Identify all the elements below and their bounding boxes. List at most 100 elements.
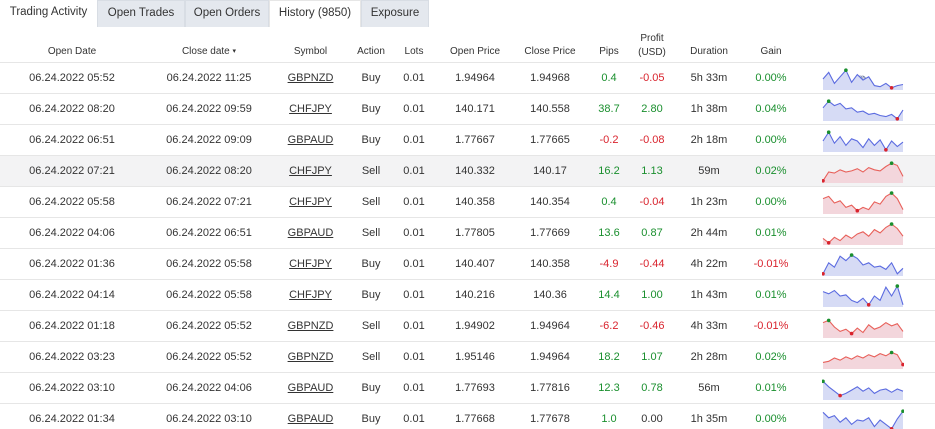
- gain-cell: 0.01%: [755, 227, 787, 239]
- tab-trading-activity[interactable]: Trading Activity: [0, 0, 97, 27]
- action-cell: Sell: [361, 320, 381, 332]
- profit-cell: 0.00: [641, 413, 663, 425]
- gain-cell: 0.00%: [755, 196, 787, 208]
- open-price-cell: 1.77693: [455, 382, 495, 394]
- close-date-cell: 06.24.2022 09:09: [166, 134, 252, 146]
- close-price-cell: 140.36: [533, 289, 567, 301]
- symbol-link[interactable]: GBPNZD: [283, 63, 338, 93]
- lots-cell: 0.01: [403, 72, 425, 84]
- sparkline-min-dot: [855, 208, 860, 213]
- close-price-cell: 140.358: [530, 258, 570, 270]
- close-date-cell: 06.24.2022 09:59: [166, 103, 252, 115]
- open-price-cell: 140.216: [455, 289, 495, 301]
- table-row[interactable]: 06.24.2022 01:34 06.24.2022 03:10 GBPAUD Bu…: [0, 403, 935, 429]
- duration-cell: 1h 35m: [690, 413, 728, 425]
- tab-exposure[interactable]: Exposure: [361, 0, 429, 27]
- open-price-cell: 1.77667: [455, 134, 495, 146]
- tab-open-orders[interactable]: Open Orders: [185, 0, 269, 27]
- symbol-link[interactable]: CHFJPY: [283, 280, 338, 310]
- close-price-cell: 1.77665: [530, 134, 570, 146]
- trade-sparkline: [822, 253, 904, 276]
- action-cell: Sell: [361, 227, 381, 239]
- close-date-cell: 06.24.2022 04:06: [166, 382, 252, 394]
- table-row[interactable]: 06.24.2022 01:18 06.24.2022 05:52 GBPNZD Se…: [0, 310, 935, 341]
- tab-history[interactable]: History (9850): [269, 0, 361, 27]
- open-date-cell: 06.24.2022 01:18: [29, 320, 115, 332]
- duration-cell: 2h 44m: [690, 227, 728, 239]
- trade-sparkline: [822, 99, 904, 121]
- gain-cell: 0.00%: [755, 134, 787, 146]
- open-date-cell: 06.24.2022 07:21: [29, 165, 115, 177]
- sparkline-max-dot: [826, 99, 831, 103]
- symbol-link[interactable]: GBPNZD: [283, 311, 338, 341]
- symbol-link[interactable]: GBPAUD: [283, 125, 338, 155]
- sparkline-min-dot: [884, 148, 888, 152]
- close-price-cell: 1.94964: [530, 320, 570, 332]
- col-duration[interactable]: Duration: [680, 46, 738, 58]
- table-row[interactable]: 06.24.2022 08:20 06.24.2022 09:59 CHFJPY Bu…: [0, 93, 935, 124]
- action-cell: Buy: [361, 258, 381, 270]
- close-date-cell: 06.24.2022 05:58: [166, 258, 252, 270]
- pips-cell: 38.7: [598, 103, 620, 115]
- symbol-link[interactable]: GBPAUD: [283, 404, 338, 429]
- table-row[interactable]: 06.24.2022 05:52 06.24.2022 11:25 GBPNZD Bu…: [0, 62, 935, 93]
- col-profit[interactable]: Profit (USD): [630, 33, 674, 59]
- col-profit-line2: (USD): [638, 47, 666, 58]
- tab-bar: Trading Activity Open Trades Open Orders…: [0, 0, 935, 27]
- col-open-date[interactable]: Open Date: [20, 46, 124, 58]
- profit-cell: -0.04: [639, 196, 665, 208]
- table-row[interactable]: 06.24.2022 04:06 06.24.2022 06:51 GBPAUD Se…: [0, 217, 935, 248]
- sparkline-max-dot: [895, 284, 900, 288]
- action-cell: Buy: [361, 103, 381, 115]
- gain-cell: 0.02%: [755, 351, 787, 363]
- symbol-link[interactable]: CHFJPY: [283, 249, 338, 279]
- symbol-link[interactable]: CHFJPY: [283, 187, 338, 217]
- sparkline-max-dot: [844, 68, 848, 72]
- tab-open-trades[interactable]: Open Trades: [97, 0, 185, 27]
- trade-sparkline: [822, 284, 904, 307]
- sparkline-area: [823, 352, 903, 369]
- col-profit-line1: Profit: [640, 33, 664, 44]
- col-close-date[interactable]: Close date ▾: [157, 46, 261, 58]
- col-symbol[interactable]: Symbol: [283, 46, 338, 58]
- lots-cell: 0.01: [403, 227, 425, 239]
- table-row[interactable]: 06.24.2022 01:36 06.24.2022 05:58 CHFJPY Bu…: [0, 248, 935, 279]
- col-close-date-label: Close date: [181, 46, 230, 57]
- gain-cell: 0.01%: [755, 289, 787, 301]
- col-gain[interactable]: Gain: [750, 46, 792, 58]
- action-cell: Buy: [361, 289, 381, 301]
- col-open-price[interactable]: Open Price: [440, 46, 510, 58]
- lots-cell: 0.01: [403, 134, 425, 146]
- table-row[interactable]: 06.24.2022 03:23 06.24.2022 05:52 GBPNZD Se…: [0, 341, 935, 372]
- close-date-cell: 06.24.2022 08:20: [166, 165, 252, 177]
- close-price-cell: 140.558: [530, 103, 570, 115]
- table-row[interactable]: 06.24.2022 03:10 06.24.2022 04:06 GBPAUD Bu…: [0, 372, 935, 403]
- pips-cell: 13.6: [598, 227, 620, 239]
- table-row[interactable]: 06.24.2022 05:58 06.24.2022 07:21 CHFJPY Se…: [0, 186, 935, 217]
- symbol-link[interactable]: GBPNZD: [283, 342, 338, 372]
- col-lots[interactable]: Lots: [395, 46, 433, 58]
- symbol-link[interactable]: GBPAUD: [283, 218, 338, 248]
- pips-cell: 16.2: [598, 165, 620, 177]
- gain-cell: 0.02%: [755, 165, 787, 177]
- sparkline-min-dot: [866, 303, 871, 307]
- gain-cell: 0.00%: [755, 72, 787, 84]
- sparkline-max-dot: [849, 253, 854, 257]
- trade-sparkline: [822, 379, 904, 400]
- col-close-price[interactable]: Close Price: [515, 46, 585, 58]
- close-date-cell: 06.24.2022 07:21: [166, 196, 252, 208]
- symbol-link[interactable]: CHFJPY: [283, 94, 338, 124]
- table-row[interactable]: 06.24.2022 07:21 06.24.2022 08:20 CHFJPY Se…: [0, 155, 935, 186]
- pips-cell: -0.2: [599, 134, 619, 146]
- table-row[interactable]: 06.24.2022 06:51 06.24.2022 09:09 GBPAUD Bu…: [0, 124, 935, 155]
- sparkline-max-dot: [826, 318, 831, 323]
- sparkline-max-dot: [826, 130, 831, 134]
- symbol-link[interactable]: GBPAUD: [283, 373, 338, 403]
- pips-cell: 18.2: [598, 351, 620, 363]
- col-pips[interactable]: Pips: [590, 46, 628, 58]
- profit-cell: -0.05: [639, 72, 665, 84]
- symbol-link[interactable]: CHFJPY: [283, 156, 338, 186]
- col-action[interactable]: Action: [347, 46, 395, 58]
- table-row[interactable]: 06.24.2022 04:14 06.24.2022 05:58 CHFJPY Bu…: [0, 279, 935, 310]
- gain-cell: 0.01%: [755, 382, 787, 394]
